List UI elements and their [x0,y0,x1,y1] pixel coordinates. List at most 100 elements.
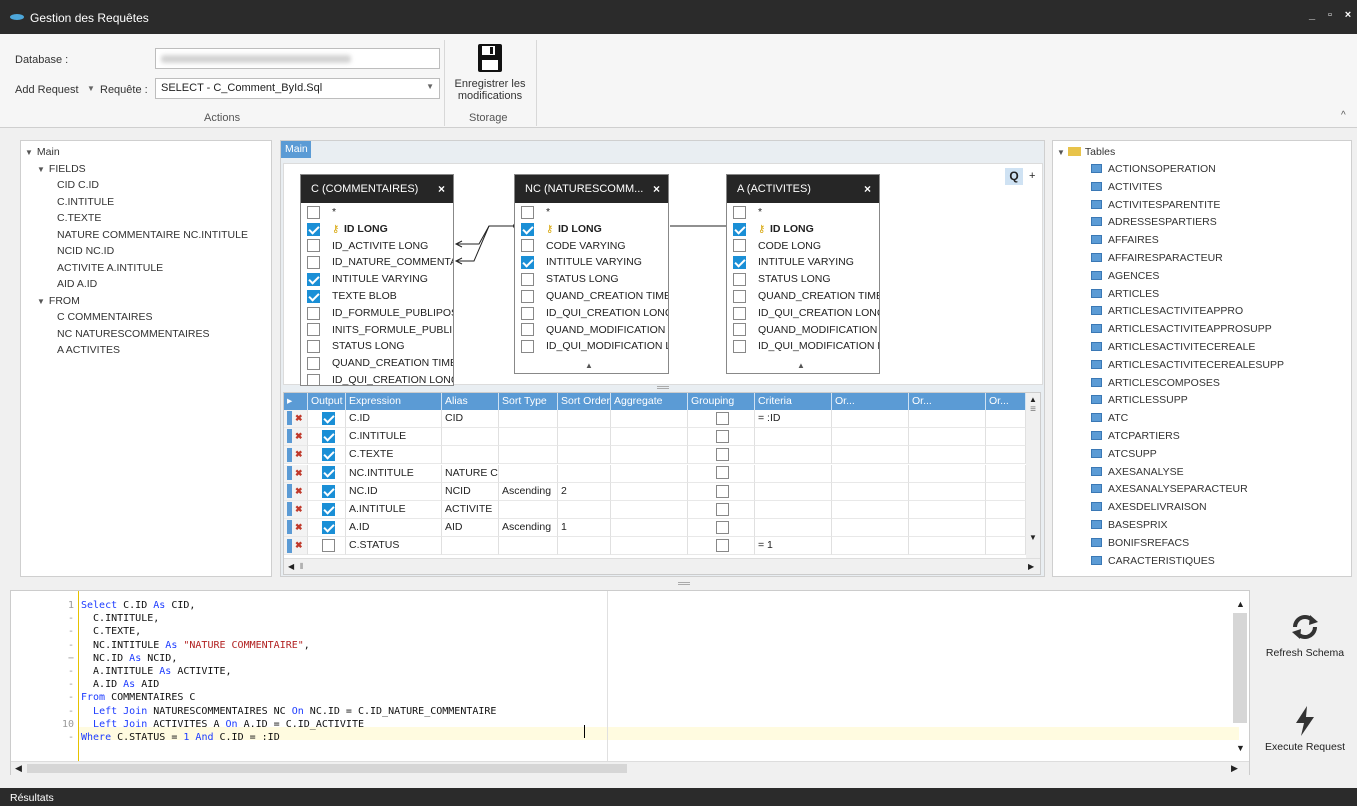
table-item[interactable]: ARTICLESACTIVITEAPPROSUPP [1091,323,1272,335]
grid-cell-sort-type[interactable] [499,537,558,556]
code-line[interactable]: C.INTITULE, [81,612,159,625]
grid-cell-or[interactable] [909,501,986,519]
field-checkbox[interactable] [521,340,534,354]
grid-cell-criteria[interactable]: = 1 [755,537,832,556]
row-handle[interactable]: ✖ [284,482,308,501]
table-field-row[interactable]: INITS_FORMULE_PUBLIPC [307,323,453,340]
expand-arrow-icon[interactable]: ▼ [37,165,45,174]
tree-fields[interactable]: ▼ FIELDS [37,163,86,175]
table-field-row[interactable]: TEXTE BLOB [307,289,397,306]
row-handle[interactable]: ✖ [284,446,308,465]
field-checkbox[interactable] [733,239,746,253]
grouping-cell[interactable] [688,519,755,538]
scroll-up-icon[interactable]: ▲ [1026,395,1040,404]
grid-column-header[interactable]: Grouping [688,393,755,410]
grid-cell-or[interactable] [909,537,986,556]
tree-field-item[interactable]: AID A.ID [57,278,97,290]
grid-cell-or[interactable] [832,428,909,447]
grid-cell-sort-type[interactable]: Ascending [499,482,558,501]
tree-field-item[interactable]: ACTIVITE A.INTITULE [57,262,163,274]
table-window[interactable]: A (ACTIVITES) × * ⚷ ID LONG CODE LONG INTITULE… [726,174,880,374]
table-item[interactable]: AXESANALYSEPARACTEUR [1091,483,1248,495]
grouping-checkbox[interactable] [716,429,729,443]
output-cell[interactable] [308,428,346,447]
tree-field-item[interactable]: C.TEXTE [57,212,101,224]
code-line[interactable]: NC.ID As NCID, [81,652,177,665]
table-field-row[interactable]: ID_FORMULE_PUBLIPOST. [307,306,453,323]
grid-cell-sort-type[interactable] [499,464,558,483]
grouping-checkbox[interactable] [716,539,729,553]
grid-cell-aggregate[interactable] [611,446,688,465]
scroll-up-icon[interactable]: ▲ [1236,599,1245,609]
table-item[interactable]: CARACTERISTIQUES [1091,555,1215,567]
grid-cell-expression[interactable]: NC.ID [346,482,442,501]
maximize-button[interactable]: ▫ [1323,9,1337,21]
grid-cell-or[interactable] [986,464,1026,483]
query-grid[interactable]: ▸ Output Expression Alias Sort Type Sort Orde… [283,392,1041,575]
requete-select[interactable]: SELECT - C_Comment_ById.Sql ▼ [155,78,440,99]
table-item[interactable]: ARTICLESACTIVITECEREALESUPP [1091,359,1284,371]
table-item[interactable]: BASESPRIX [1091,519,1168,531]
row-handle[interactable]: ✖ [284,519,308,538]
delete-row-icon[interactable]: ✖ [295,431,303,441]
grid-cell-criteria[interactable] [755,482,832,501]
table-field-row[interactable]: ID_NATURE_COMMENTAII [307,255,453,272]
field-checkbox[interactable] [733,340,746,354]
grid-cell-criteria[interactable] [755,428,832,447]
grid-cell-expression[interactable]: NC.INTITULE [346,464,442,483]
grid-cell-or[interactable] [986,482,1026,501]
grid-column-header[interactable]: Sort Order [558,393,611,410]
grid-cell-or[interactable] [986,501,1026,519]
editor-hscroll[interactable]: ◀ ▶ [11,761,1249,775]
sql-editor[interactable]: 1 Select C.ID As CID, - C.INTITULE, - C.TEX… [10,590,1250,775]
table-item[interactable]: AFFAIRES [1091,234,1159,246]
tree-from-item[interactable]: A ACTIVITES [57,344,120,356]
table-item[interactable]: ADRESSESPARTIERS [1091,216,1217,228]
grid-cell-aggregate[interactable] [611,464,688,483]
grid-cell-criteria[interactable] [755,519,832,538]
grouping-checkbox[interactable] [716,448,729,462]
code-line[interactable]: A.INTITULE As ACTIVITE, [81,665,232,678]
row-handle[interactable]: ✖ [284,410,308,428]
field-checkbox[interactable] [307,205,320,219]
tree-field-item[interactable]: NCID NC.ID [57,245,114,257]
grid-cell-or[interactable] [986,519,1026,538]
table-window-header[interactable]: C (COMMENTAIRES) × [301,175,453,203]
table-item[interactable]: ARTICLESACTIVITEAPPRO [1091,305,1243,317]
grid-cell-or[interactable] [909,428,986,447]
grid-cell-or[interactable] [832,464,909,483]
grid-column-header[interactable]: Or... [986,393,1026,410]
grid-cell-or[interactable] [986,446,1026,465]
grid-cell-sort-type[interactable] [499,410,558,428]
field-checkbox[interactable] [307,272,320,286]
field-checkbox[interactable] [521,256,534,270]
table-field-row[interactable]: QUAND_CREATION TIMES [521,289,668,306]
field-checkbox[interactable] [521,323,534,337]
code-line[interactable]: Select C.ID As CID, [81,599,195,612]
output-checkbox[interactable] [321,466,335,480]
grid-cell-expression[interactable]: C.ID [346,410,442,428]
table-field-row[interactable]: ID_QUI_CREATION LONG [733,306,879,323]
row-handle[interactable]: ✖ [284,464,308,483]
delete-row-icon[interactable]: ✖ [295,540,303,550]
save-button[interactable]: Enregistrer les modifications [450,40,530,108]
grouping-checkbox[interactable] [716,502,729,516]
grid-cell-alias[interactable]: ACTIVITE [442,501,499,519]
field-checkbox[interactable] [521,289,534,303]
table-field-row[interactable]: QUAND_CREATION TIMES [307,356,453,373]
grid-cell-or[interactable] [986,410,1026,428]
grid-cell-alias[interactable]: AID [442,519,499,538]
table-field-row[interactable]: INTITULE VARYING [307,272,428,289]
output-cell[interactable] [308,482,346,501]
code-line[interactable]: Where C.STATUS = 1 And C.ID = :ID [81,731,280,744]
field-checkbox[interactable] [733,289,746,303]
grid-cell-aggregate[interactable] [611,519,688,538]
grid-column-header[interactable]: Output [308,393,346,410]
table-field-row[interactable]: ID_QUI_MODIFICATION L [521,339,668,356]
field-checkbox[interactable] [521,272,534,286]
table-item[interactable]: ACTIVITES [1091,181,1162,193]
grid-hscroll[interactable]: ◀ ⦀ ▶ [284,558,1040,574]
grid-cell-criteria[interactable] [755,501,832,519]
table-field-row[interactable]: STATUS LONG [733,272,831,289]
table-item[interactable]: AGENCES [1091,270,1159,282]
